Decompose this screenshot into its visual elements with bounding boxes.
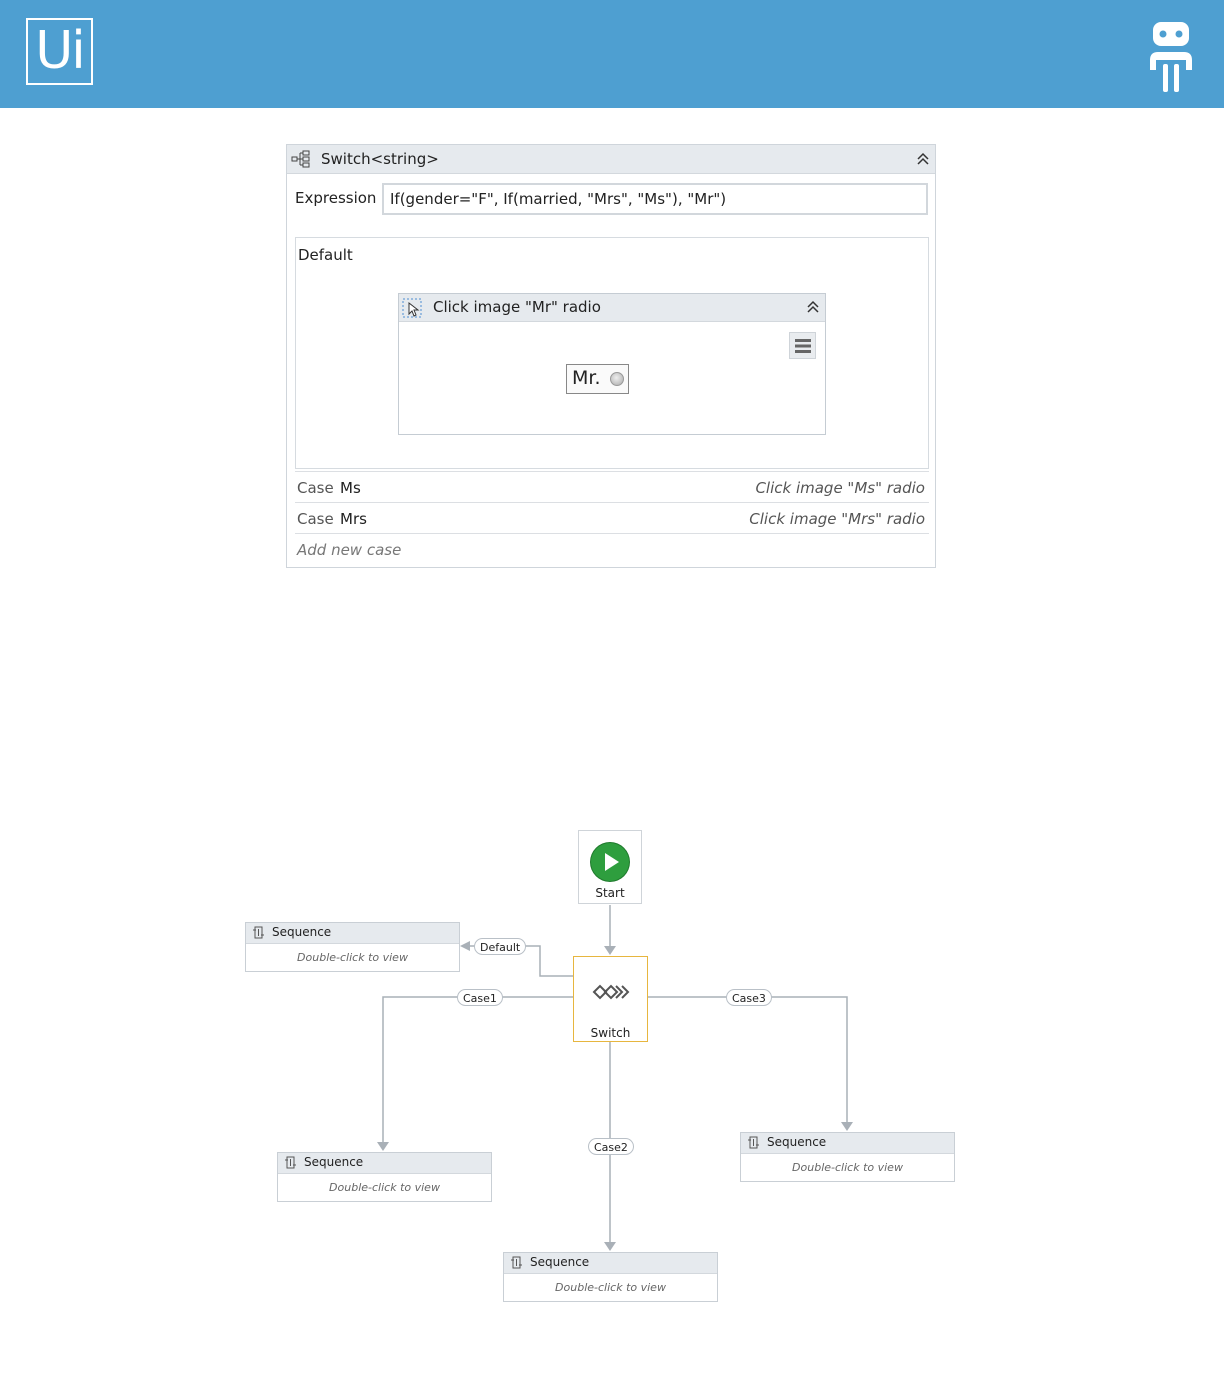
sequence-icon bbox=[253, 926, 264, 939]
connector-label-default[interactable]: Default bbox=[474, 938, 527, 955]
switch-label: Switch bbox=[590, 1026, 631, 1040]
switch-node[interactable]: Switch bbox=[573, 956, 648, 1042]
sequence-hint: Double-click to view bbox=[329, 1181, 440, 1194]
connector-label-case2[interactable]: Case2 bbox=[588, 1138, 634, 1155]
sequence-node-default[interactable]: Sequence Double-click to view bbox=[245, 922, 460, 972]
sequence-node-case1[interactable]: Sequence Double-click to view bbox=[277, 1152, 492, 1202]
sequence-hint: Double-click to view bbox=[792, 1161, 903, 1174]
sequence-node-case2[interactable]: Sequence Double-click to view bbox=[503, 1252, 718, 1302]
start-node[interactable]: Start bbox=[578, 830, 642, 904]
sequence-header: Sequence bbox=[741, 1133, 954, 1154]
sequence-icon bbox=[511, 1256, 522, 1269]
sequence-header: Sequence bbox=[246, 923, 459, 944]
sequence-icon bbox=[285, 1156, 296, 1169]
switch-diamond-icon bbox=[592, 984, 630, 1000]
sequence-hint: Double-click to view bbox=[297, 951, 408, 964]
start-label: Start bbox=[595, 886, 625, 900]
sequence-title: Sequence bbox=[530, 1255, 590, 1269]
play-icon bbox=[591, 843, 629, 881]
sequence-header: Sequence bbox=[504, 1253, 717, 1274]
sequence-hint: Double-click to view bbox=[555, 1281, 666, 1294]
sequence-icon bbox=[748, 1136, 759, 1149]
connector-label-case3[interactable]: Case3 bbox=[726, 989, 772, 1006]
connector-label-case1[interactable]: Case1 bbox=[457, 989, 503, 1006]
sequence-title: Sequence bbox=[272, 925, 332, 939]
sequence-header: Sequence bbox=[278, 1153, 491, 1174]
sequence-title: Sequence bbox=[767, 1135, 827, 1149]
sequence-node-case3[interactable]: Sequence Double-click to view bbox=[740, 1132, 955, 1182]
flowchart-connectors bbox=[377, 905, 853, 1251]
sequence-title: Sequence bbox=[304, 1155, 364, 1169]
